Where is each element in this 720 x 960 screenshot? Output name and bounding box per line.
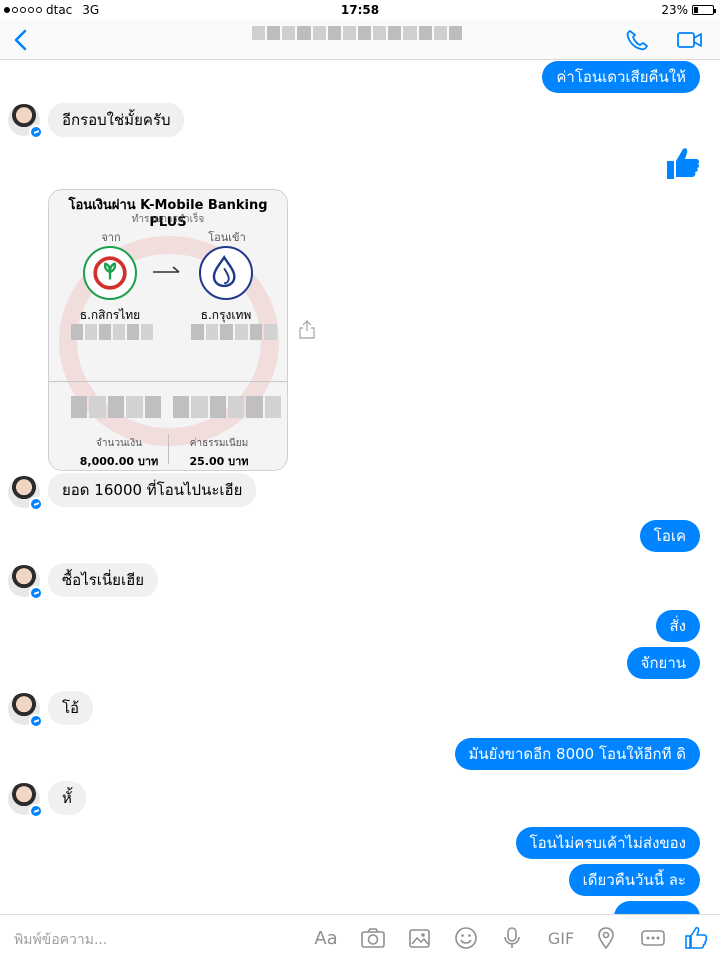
avatar[interactable]	[8, 104, 43, 139]
from-account-redacted	[71, 324, 153, 340]
to-label: โอนเข้า	[208, 231, 246, 244]
location-icon[interactable]	[596, 925, 616, 951]
emoji-icon[interactable]	[454, 925, 478, 951]
message-outgoing[interactable]: สั่ง	[655, 610, 700, 642]
camera-icon[interactable]	[360, 925, 386, 951]
avatar[interactable]	[8, 476, 43, 511]
thumbs-up-icon[interactable]	[666, 145, 700, 181]
video-camera-icon[interactable]	[676, 28, 704, 52]
messenger-badge-icon	[29, 586, 43, 600]
microphone-icon[interactable]	[502, 925, 522, 951]
status-bar: dtac 3G 17:58 23%	[0, 0, 720, 20]
messenger-badge-icon	[29, 804, 43, 818]
message-outgoing[interactable]: โอเค	[639, 520, 700, 552]
kasikorn-bank-logo-icon	[83, 246, 137, 300]
more-icon[interactable]	[640, 925, 666, 951]
message-outgoing[interactable]: โอนไม่ครบเค้าไม่ส่งของ	[515, 827, 700, 859]
to-bank-name: ธ.กรุงเทพ	[200, 308, 252, 322]
card-divider	[49, 381, 287, 382]
like-icon[interactable]	[684, 925, 708, 951]
gif-button[interactable]: GIF	[544, 925, 578, 951]
message-incoming[interactable]: โอ้	[48, 691, 94, 725]
conversation-header	[0, 20, 720, 60]
phone-icon[interactable]	[624, 28, 652, 52]
message-outgoing[interactable]: เดียวคืนวันนี้ ละ	[568, 864, 700, 896]
from-label: จาก	[101, 231, 121, 244]
message-thread[interactable]: ค่าโอนเดวเสียคืนให้ อีกรอบใช่มั้ยครับ โอ…	[0, 61, 720, 914]
message-incoming[interactable]: หั้	[48, 781, 86, 815]
to-account-redacted	[191, 324, 278, 340]
battery-status: 23%	[661, 3, 716, 17]
avatar[interactable]	[8, 783, 43, 818]
from-bank-name: ธ.กสิกรไทย	[79, 308, 141, 322]
amount-value: 8,000.00 บาท	[79, 455, 159, 468]
photo-icon[interactable]	[408, 925, 432, 951]
clock: 17:58	[340, 3, 380, 17]
amount-label: จำนวนเงิน	[96, 438, 142, 449]
reference-redacted	[71, 396, 162, 418]
share-icon[interactable]	[298, 319, 316, 339]
fee-label: ค่าธรรมเนียม	[189, 438, 249, 449]
message-incoming[interactable]: อีกรอบใช่มั้ยครับ	[48, 103, 185, 137]
message-outgoing-partial[interactable]	[614, 901, 700, 914]
transfer-receipt-image[interactable]: โอนเงินผ่าน K-Mobile Banking PLUS ทำรายก…	[48, 189, 288, 471]
chevron-left-icon[interactable]	[8, 26, 34, 54]
date-redacted	[173, 396, 281, 418]
receipt-subtitle: ทำรายการสำเร็จ	[131, 214, 205, 225]
message-outgoing[interactable]: มันยังขาดอีก 8000 โอนให้อีกที ดิ	[454, 738, 700, 770]
messenger-badge-icon	[29, 125, 43, 139]
bangkok-bank-logo-icon	[199, 246, 253, 300]
message-incoming[interactable]: ซื้อไรเนี่ยเฮีย	[48, 563, 159, 597]
message-input[interactable]: พิมพ์ข้อความ...	[14, 929, 107, 951]
contact-name-redacted[interactable]	[252, 26, 462, 40]
avatar[interactable]	[8, 693, 43, 728]
message-outgoing[interactable]: ค่าโอนเดวเสียคืนให้	[542, 61, 700, 93]
battery-percent: 23%	[661, 3, 688, 17]
amount-divider	[168, 434, 169, 464]
message-composer: พิมพ์ข้อความ... Aa GIF	[0, 914, 720, 960]
messenger-badge-icon	[29, 497, 43, 511]
message-outgoing[interactable]: จักยาน	[626, 647, 700, 679]
fee-value: 25.00 บาท	[189, 455, 249, 468]
battery-icon	[692, 5, 716, 15]
messenger-badge-icon	[29, 714, 43, 728]
arrow-right-icon	[153, 266, 180, 273]
avatar[interactable]	[8, 565, 43, 600]
message-incoming[interactable]: ยอด 16000 ที่โอนไปนะเฮีย	[48, 473, 257, 507]
text-format-button[interactable]: Aa	[312, 925, 340, 951]
